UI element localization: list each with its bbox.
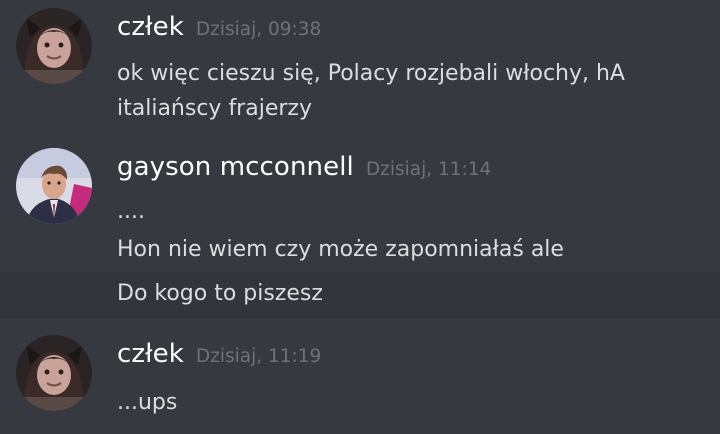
message-group: człek Dzisiaj, 11:19 ...ups (0, 325, 720, 434)
cat-ears-girl-avatar-icon[interactable] (16, 335, 92, 411)
username[interactable]: człek (117, 12, 184, 42)
message-text: Do kogo to piszesz (117, 281, 323, 306)
cat-ears-girl-avatar-icon[interactable] (16, 8, 92, 84)
message-text: .... (117, 199, 145, 224)
timestamp: Dzisiaj, 11:14 (365, 159, 492, 180)
message-group: gayson mcconnell Dzisiaj, 11:14 .... Hon… (0, 140, 720, 320)
message-text: Hon nie wiem czy może zapomniałaś ale (117, 237, 564, 262)
chat-messages: człek Dzisiaj, 09:38 ok więc cieszu się,… (0, 0, 720, 434)
username[interactable]: gayson mcconnell (117, 152, 354, 182)
message-header: człek Dzisiaj, 11:19 (117, 339, 321, 369)
message-header: człek Dzisiaj, 09:38 (117, 12, 321, 42)
message-text: ...ups (117, 390, 178, 415)
message-group: człek Dzisiaj, 09:38 ok więc cieszu się,… (0, 0, 720, 140)
message-text: italiańscy frajerzy (117, 96, 312, 121)
username[interactable]: człek (117, 339, 184, 369)
message-text: ok więc cieszu się, Polacy rozjebali wło… (117, 61, 625, 86)
timestamp: Dzisiaj, 11:19 (195, 346, 322, 367)
message-header: gayson mcconnell Dzisiaj, 11:14 (117, 152, 491, 182)
timestamp: Dzisiaj, 09:38 (195, 19, 322, 40)
man-in-suit-avatar-icon[interactable] (16, 148, 92, 224)
